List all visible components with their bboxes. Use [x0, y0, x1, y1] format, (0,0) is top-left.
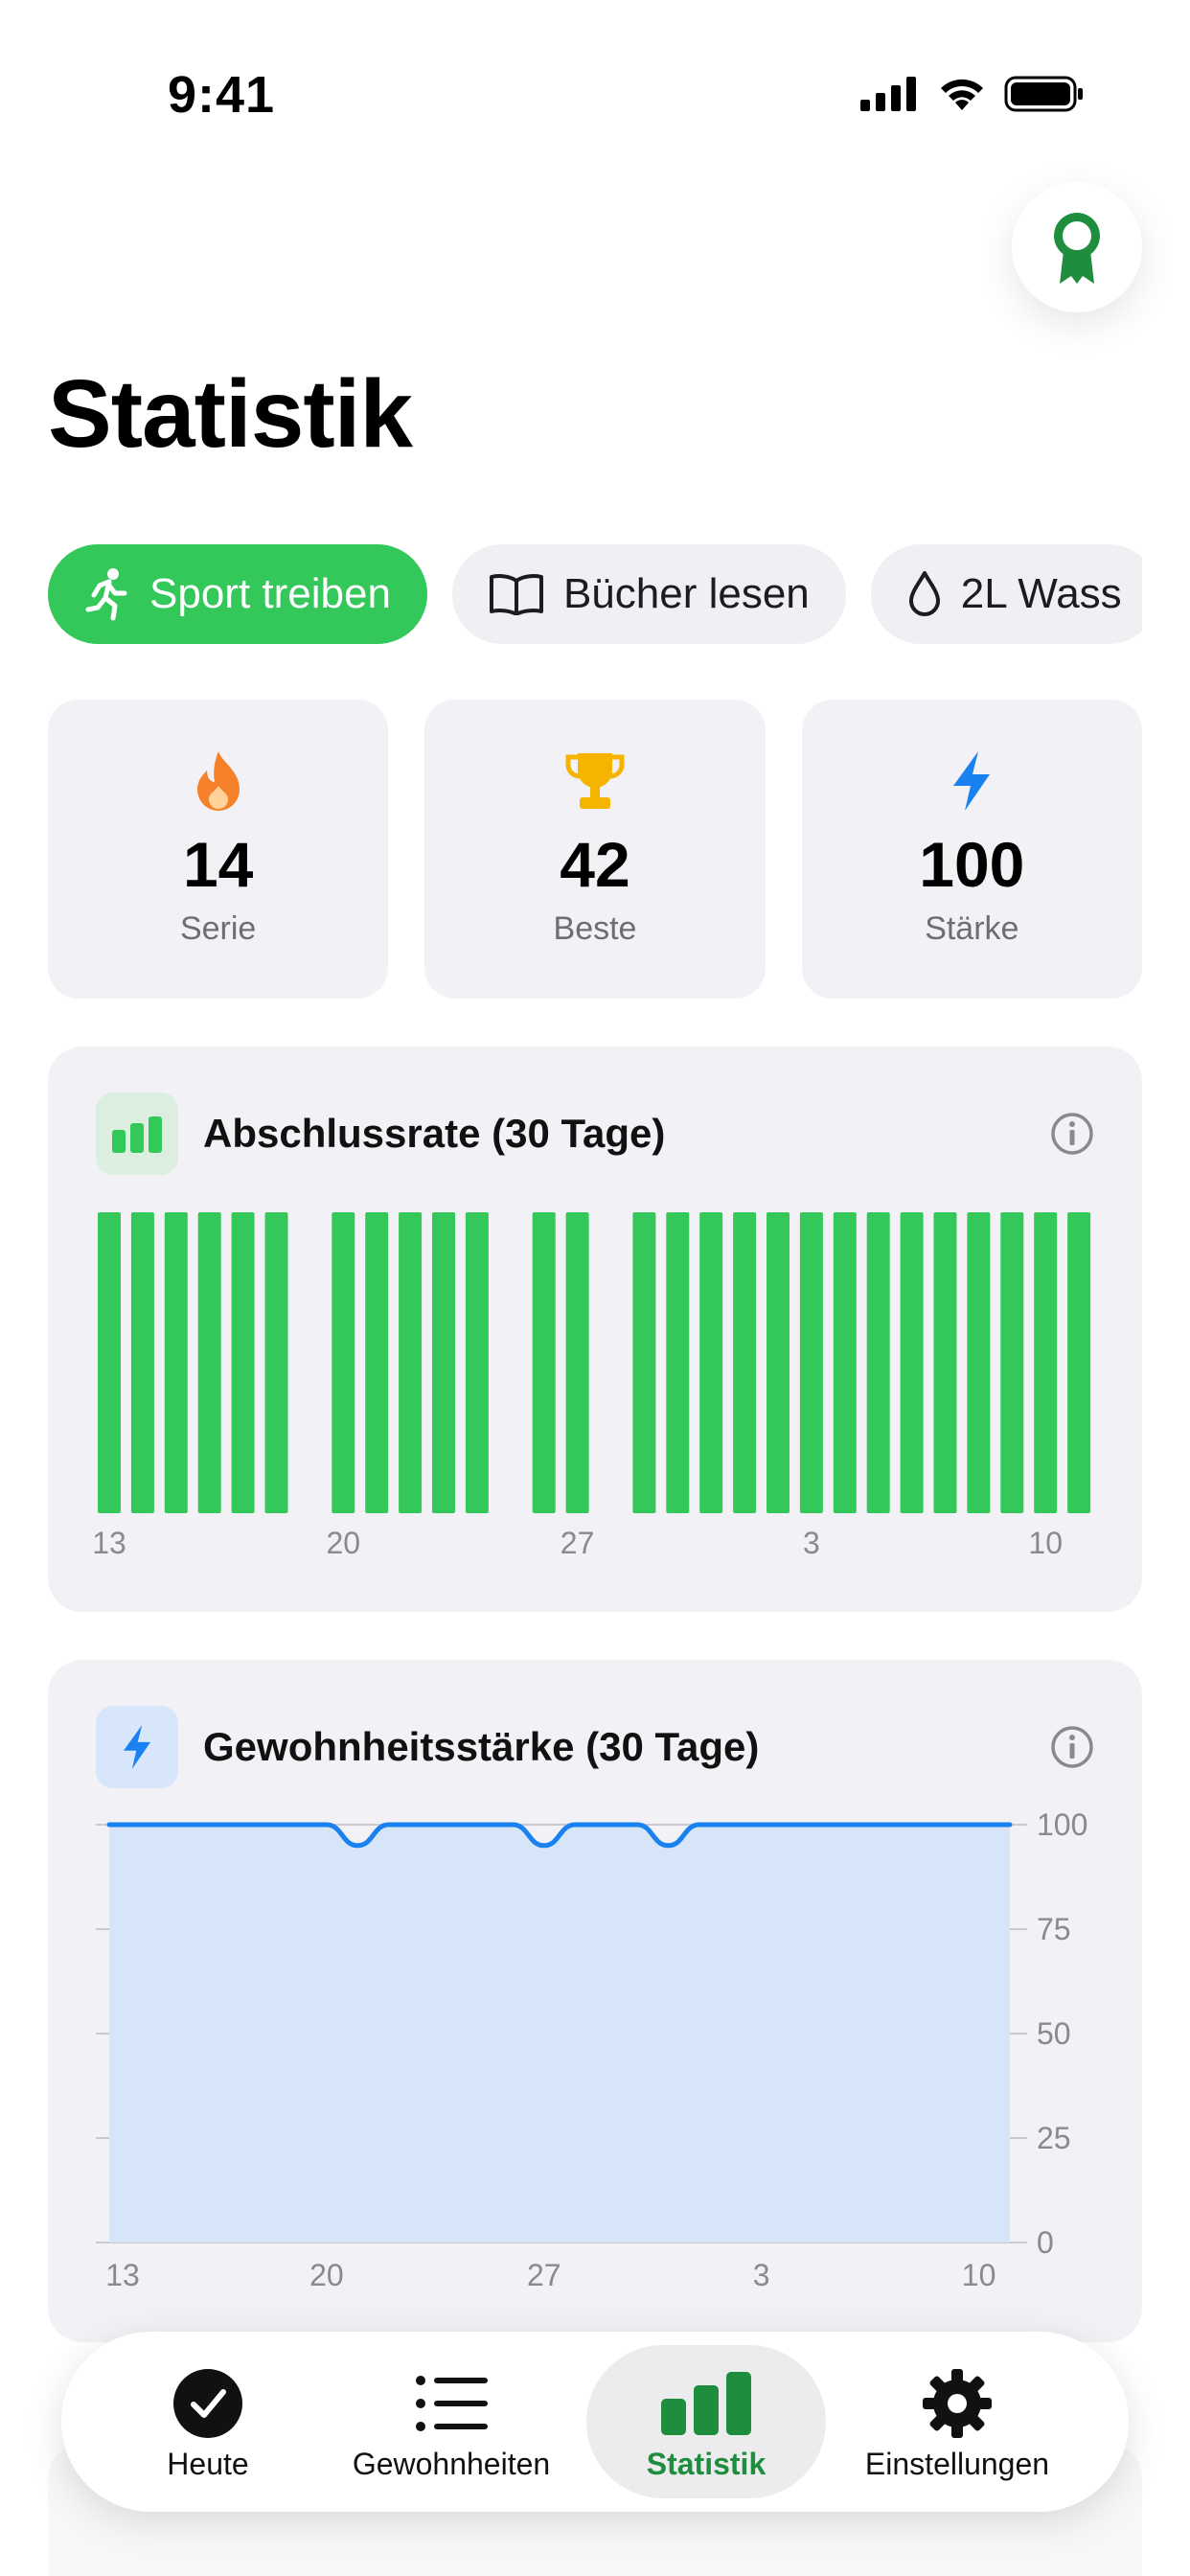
tab-today[interactable]: Heute [88, 2345, 328, 2498]
completion-bar [432, 1212, 455, 1513]
habit-chip-water[interactable]: 2L Wass [870, 544, 1142, 644]
x-tick-label: 27 [561, 1526, 595, 1560]
stat-card-strength: 100 Stärke [801, 700, 1142, 999]
completion-bar [632, 1212, 656, 1513]
achievements-button[interactable] [1012, 182, 1142, 312]
status-bar: 9:41 [0, 0, 1190, 192]
completion-bar [967, 1212, 991, 1513]
strength-area [109, 1825, 1010, 2242]
completion-bar [565, 1212, 589, 1513]
completion-bar-chart: 13 20 27 3 10 [92, 1212, 1091, 1560]
status-time: 9:41 [168, 66, 276, 124]
completion-bar [933, 1212, 957, 1513]
x-tick-label: 27 [527, 2258, 561, 2292]
tab-label: Heute [167, 2447, 249, 2481]
status-icons [860, 75, 1085, 113]
completion-bar [532, 1212, 556, 1513]
completion-bar [666, 1212, 690, 1513]
stat-value: 42 [560, 829, 630, 900]
completion-bar [1067, 1212, 1091, 1513]
trophy-icon [565, 753, 625, 809]
completion-bar [699, 1212, 723, 1513]
habit-chip-books[interactable]: Bücher lesen [451, 544, 846, 644]
tab-label: Gewohnheiten [352, 2447, 551, 2481]
habit-strength-card: Gewohnheitsstärke (30 Tage) 100 75 50 25 0 13… [48, 1660, 1142, 2342]
completion-bar [332, 1212, 355, 1513]
tab-label: Statistik [646, 2447, 767, 2481]
running-icon [85, 568, 127, 621]
award-ribbon-icon [1054, 213, 1100, 284]
completion-bar [264, 1212, 288, 1513]
tab-settings[interactable]: Einstellungen [837, 2345, 1077, 2498]
stat-label: Serie [179, 910, 257, 947]
completion-bar [365, 1212, 389, 1513]
x-tick-label: 20 [309, 2258, 344, 2292]
stat-value: 100 [919, 829, 1025, 900]
page-title: Statistik [48, 360, 413, 468]
stat-card-streak: 14 Serie [48, 700, 389, 999]
habit-strength-area-chart: 100 75 50 25 0 13 20 27 3 10 [96, 1807, 1087, 2292]
completion-bar [164, 1212, 188, 1513]
y-tick-label: 25 [1037, 2121, 1071, 2155]
x-tick-label: 3 [803, 1526, 820, 1560]
y-tick-label: 0 [1037, 2225, 1054, 2260]
y-tick-label: 50 [1037, 2016, 1071, 2051]
stat-label: Stärke [925, 910, 1019, 947]
y-tick-label: 75 [1037, 1912, 1071, 1946]
water-drop-icon [908, 571, 940, 616]
gear-icon [923, 2369, 992, 2438]
x-tick-label: 20 [327, 1526, 361, 1560]
completion-bar [866, 1212, 890, 1513]
flame-icon [196, 751, 240, 811]
completion-bar [767, 1212, 790, 1513]
completion-bar [197, 1212, 221, 1513]
list-icon [416, 2376, 488, 2431]
completion-bar [799, 1212, 823, 1513]
stat-label: Beste [553, 910, 637, 947]
habit-chip-label: Sport treiben [149, 570, 391, 617]
tab-statistics[interactable]: Statistik [586, 2345, 826, 2498]
completion-bar [130, 1212, 154, 1513]
x-tick-label: 13 [105, 2258, 140, 2292]
tab-label: Einstellungen [864, 2447, 1050, 2481]
completion-bar [465, 1212, 489, 1513]
x-tick-label: 10 [1028, 1526, 1063, 1560]
x-tick-label: 13 [92, 1526, 126, 1560]
battery-icon [1004, 76, 1083, 112]
completion-bar [1000, 1212, 1024, 1513]
completion-bar [98, 1212, 121, 1513]
book-icon [489, 574, 543, 615]
checkmark-circle-icon [173, 2369, 242, 2438]
completion-bar [900, 1212, 924, 1513]
bolt-icon [953, 751, 991, 811]
completion-bar [833, 1212, 857, 1513]
habit-chip-label: 2L Wass [960, 570, 1122, 617]
x-tick-label: 10 [962, 2258, 996, 2292]
signal-icon [860, 77, 916, 111]
completion-rate-card: Abschlussrate (30 Tage) 13 20 27 3 10 [48, 1046, 1142, 1612]
completion-bar [1034, 1212, 1058, 1513]
tab-habits[interactable]: Gewohnheiten [332, 2345, 571, 2498]
y-tick-label: 100 [1037, 1807, 1087, 1842]
habit-selector: Sport treiben Bücher lesen 2L Wass [48, 544, 1142, 648]
completion-bar [231, 1212, 255, 1513]
stat-card-best: 42 Beste [424, 700, 766, 999]
stats-row: 14 Serie 42 Beste 100 Stärke [48, 700, 1142, 999]
tab-bar: Heute Gewohnheiten Statistik Einstellung… [61, 2332, 1129, 2512]
habit-chip-label: Bücher lesen [562, 570, 810, 617]
stat-value: 14 [182, 829, 254, 900]
x-tick-label: 3 [753, 2258, 770, 2292]
bar-chart-icon [661, 2372, 751, 2435]
completion-bar [399, 1212, 423, 1513]
habit-chip-sport[interactable]: Sport treiben [48, 544, 427, 644]
wifi-icon [941, 79, 983, 110]
completion-bar [733, 1212, 757, 1513]
